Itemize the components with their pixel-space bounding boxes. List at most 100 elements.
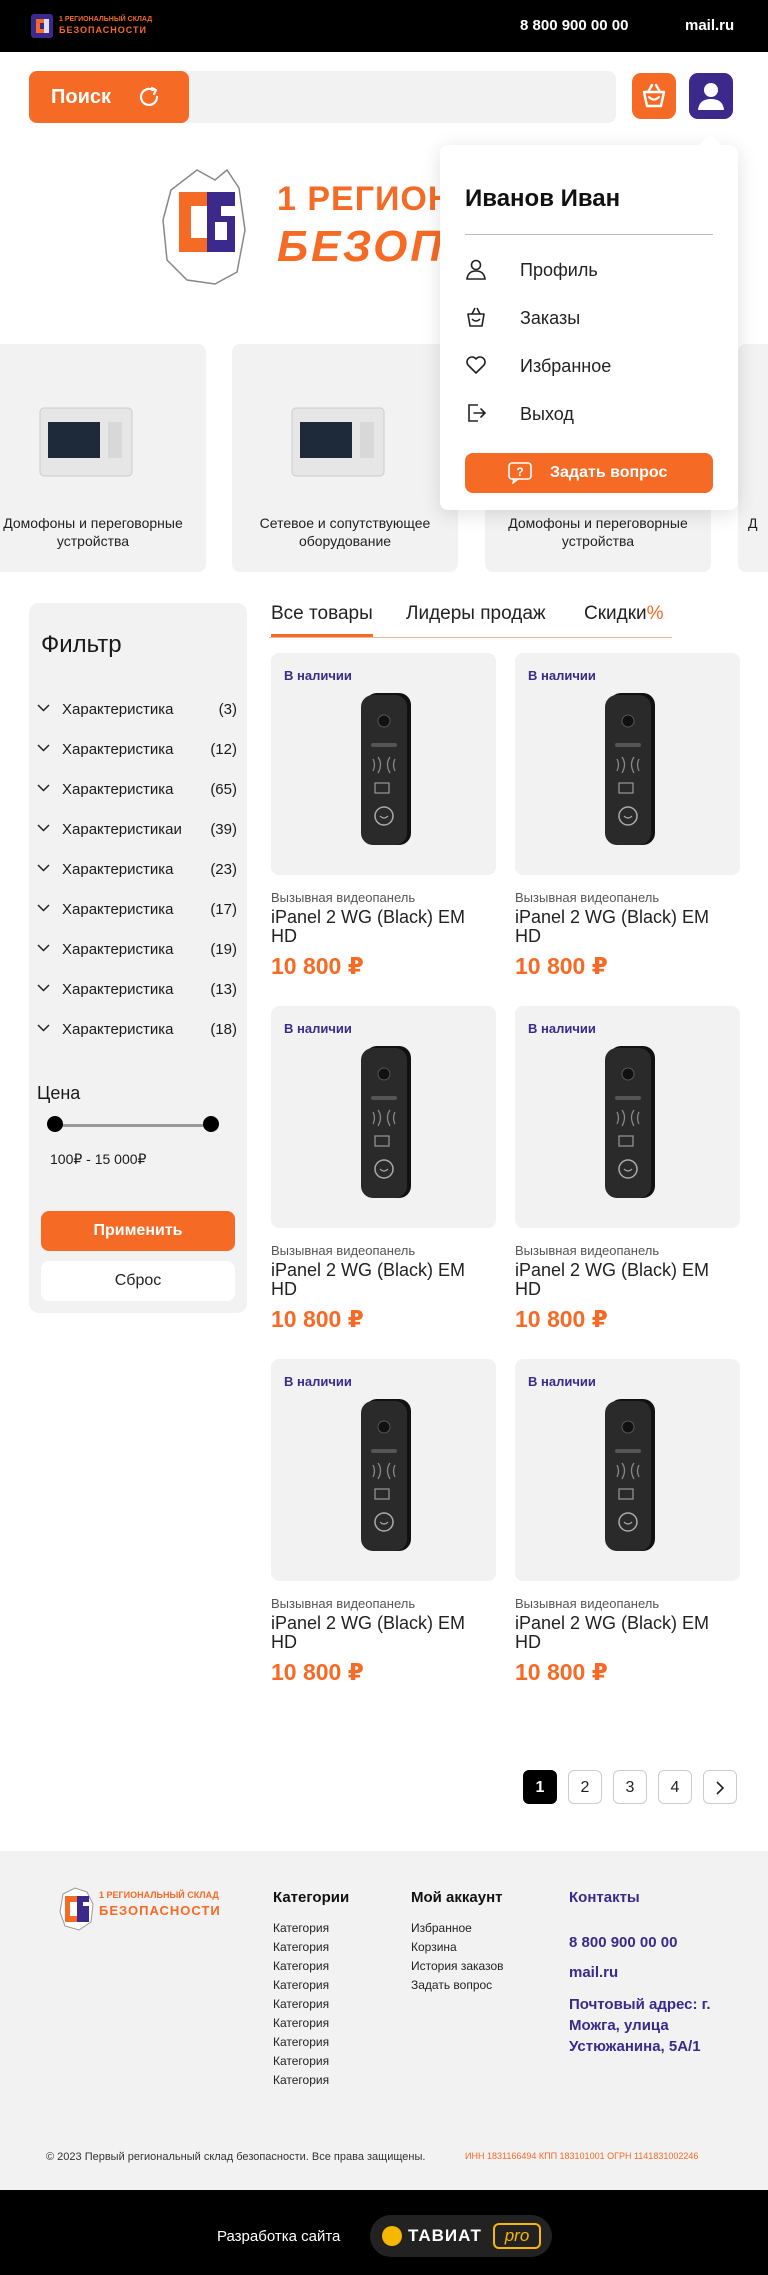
- header-phone[interactable]: 8 800 900 00 00: [520, 17, 628, 34]
- footer-logo-line2: БЕЗОПАСНОСТИ: [99, 1903, 221, 1918]
- product-image[interactable]: В наличии: [515, 1359, 740, 1581]
- header-logo[interactable]: 1 РЕГИОНАЛЬНЫЙ СКЛАД БЕЗОПАСНОСТИ: [29, 9, 152, 43]
- price-slider-max-handle[interactable]: [203, 1116, 219, 1132]
- footer-account-link[interactable]: Задать вопрос: [411, 1978, 492, 1992]
- page-button-2[interactable]: 2: [568, 1770, 602, 1804]
- page-button-4[interactable]: 4: [658, 1770, 692, 1804]
- filter-row[interactable]: Характеристика (19): [37, 939, 237, 961]
- price-label: Цена: [37, 1083, 81, 1103]
- cart-button[interactable]: [632, 73, 676, 119]
- product-image[interactable]: В наличии: [271, 1006, 496, 1228]
- chevron-down-icon: [37, 704, 50, 712]
- product-name[interactable]: iPanel 2 WG (Black) EM HD: [515, 1261, 740, 1299]
- product-name[interactable]: iPanel 2 WG (Black) EM HD: [271, 908, 496, 946]
- search-input[interactable]: [199, 77, 604, 117]
- page-button-3[interactable]: 3: [613, 1770, 647, 1804]
- footer-category-link[interactable]: Категория: [273, 1959, 329, 1973]
- filter-row[interactable]: Характеристика (17): [37, 899, 237, 921]
- ask-question-label: Задать вопрос: [550, 464, 668, 481]
- footer-category-link[interactable]: Категория: [273, 2035, 329, 2049]
- price-slider-track[interactable]: [54, 1124, 212, 1127]
- product-card: В наличии Вызывная видеопанель iPanel 2 …: [271, 1359, 496, 1699]
- menu-item-profile[interactable]: Профиль: [465, 255, 715, 285]
- filter-count: (65): [210, 781, 237, 798]
- price-range-text: 100₽ - 15 000₽: [50, 1151, 147, 1167]
- menu-item-orders[interactable]: Заказы: [465, 303, 715, 333]
- footer-account-link[interactable]: История заказов: [411, 1959, 504, 1973]
- page-button-1[interactable]: 1: [523, 1770, 557, 1804]
- chevron-down-icon: [37, 784, 50, 792]
- user-menu-button[interactable]: [689, 73, 733, 119]
- developer-brand: ТАВИАТ: [408, 2226, 482, 2245]
- product-name[interactable]: iPanel 2 WG (Black) EM HD: [515, 1614, 740, 1652]
- product-card: В наличии Вызывная видеопанель iPanel 2 …: [515, 1006, 740, 1346]
- filter-count: (18): [210, 1021, 237, 1038]
- category-card[interactable]: Домофоны и переговорные устройства: [0, 344, 206, 572]
- stock-badge: В наличии: [284, 1374, 352, 1389]
- stock-badge: В наличии: [284, 668, 352, 683]
- tab-bestsellers[interactable]: Лидеры продаж: [406, 603, 546, 625]
- product-image[interactable]: В наличии: [515, 653, 740, 875]
- filter-name: Характеристика: [62, 1021, 174, 1038]
- footer-account-link[interactable]: Избранное: [411, 1921, 472, 1935]
- filter-row[interactable]: Характеристика (65): [37, 779, 237, 801]
- filter-row[interactable]: Характеристика (3): [37, 699, 237, 721]
- tab-all-products[interactable]: Все товары: [271, 603, 373, 625]
- menu-item-logout[interactable]: Выход: [465, 399, 715, 429]
- category-card[interactable]: Сетевое и сопутствующее оборудование: [232, 344, 458, 572]
- product-name[interactable]: iPanel 2 WG (Black) EM HD: [271, 1261, 496, 1299]
- product-image[interactable]: В наличии: [271, 1359, 496, 1581]
- product-image[interactable]: В наличии: [515, 1006, 740, 1228]
- price-slider-min-handle[interactable]: [47, 1116, 63, 1132]
- footer-category-link[interactable]: Категория: [273, 2073, 329, 2087]
- footer-logo[interactable]: 1 РЕГИОНАЛЬНЫЙ СКЛАД БЕЗОПАСНОСТИ: [57, 1884, 220, 1932]
- chevron-down-icon: [37, 824, 50, 832]
- developer-badge-link[interactable]: ТАВИАТ pro: [370, 2215, 552, 2257]
- video-panel-image: [361, 693, 411, 845]
- ask-question-button[interactable]: ? Задать вопрос: [465, 453, 713, 493]
- filter-row[interactable]: Характеристикаи (39): [37, 819, 237, 841]
- product-price: 10 800 ₽: [515, 1659, 608, 1685]
- category-card[interactable]: Д: [738, 344, 768, 572]
- footer-category-link[interactable]: Категория: [273, 1940, 329, 1954]
- filter-row[interactable]: Характеристика (18): [37, 1019, 237, 1041]
- footer-phone[interactable]: 8 800 900 00 00: [569, 1934, 677, 1951]
- stock-badge: В наличии: [528, 668, 596, 683]
- developer-bar: Разработка сайта ТАВИАТ pro: [0, 2190, 768, 2275]
- product-type: Вызывная видеопанель: [271, 890, 416, 905]
- product-name[interactable]: iPanel 2 WG (Black) EM HD: [515, 908, 740, 946]
- footer-category-link[interactable]: Категория: [273, 2054, 329, 2068]
- svg-text:?: ?: [516, 465, 523, 479]
- filter-row[interactable]: Характеристика (13): [37, 979, 237, 1001]
- product-price: 10 800 ₽: [271, 1659, 364, 1685]
- chevron-down-icon: [37, 904, 50, 912]
- filter-count: (19): [210, 941, 237, 958]
- filter-name: Характеристика: [62, 901, 174, 918]
- filter-row[interactable]: Характеристика (23): [37, 859, 237, 881]
- reset-filter-button[interactable]: Сброс: [41, 1261, 235, 1301]
- menu-item-label: Избранное: [520, 356, 612, 376]
- footer-category-link[interactable]: Категория: [273, 1921, 329, 1935]
- intercom-monitor-image: [291, 407, 385, 477]
- video-panel-image: [605, 1046, 655, 1198]
- menu-item-favorites[interactable]: Избранное: [465, 351, 715, 381]
- filter-count: (13): [210, 981, 237, 998]
- footer-category-link[interactable]: Категория: [273, 2016, 329, 2030]
- search-icon: [139, 86, 159, 106]
- filter-row[interactable]: Характеристика (12): [37, 739, 237, 761]
- tab-sale[interactable]: Скидки%: [584, 603, 664, 625]
- footer-category-link[interactable]: Категория: [273, 1997, 329, 2011]
- developer-logo-icon: [382, 2226, 402, 2246]
- next-page-button[interactable]: [703, 1770, 737, 1804]
- product-type: Вызывная видеопанель: [271, 1596, 416, 1611]
- category-label: Сетевое и сопутствующее оборудование: [259, 515, 431, 549]
- menu-item-label: Заказы: [520, 308, 581, 328]
- apply-filter-button[interactable]: Применить: [41, 1211, 235, 1251]
- product-name[interactable]: iPanel 2 WG (Black) EM HD: [271, 1614, 496, 1652]
- header-mail[interactable]: mail.ru: [685, 17, 734, 34]
- search-button[interactable]: Поиск: [29, 71, 189, 123]
- footer-mail[interactable]: mail.ru: [569, 1964, 618, 1981]
- footer-category-link[interactable]: Категория: [273, 1978, 329, 1992]
- footer-account-link[interactable]: Корзина: [411, 1940, 457, 1954]
- product-image[interactable]: В наличии: [271, 653, 496, 875]
